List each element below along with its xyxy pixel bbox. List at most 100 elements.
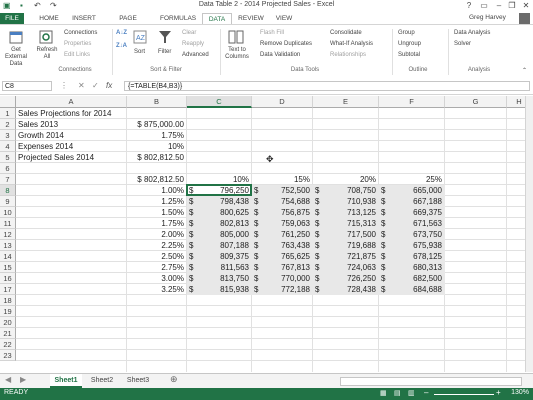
zoom-level[interactable]: 130% [511, 389, 529, 396]
group-button[interactable]: Group [398, 30, 415, 36]
cell[interactable]: 811,563 [187, 262, 252, 273]
row-header-3[interactable]: 3 [0, 130, 16, 141]
refresh-all-button[interactable]: Refresh All [36, 47, 58, 61]
insert-function-button[interactable]: fx [106, 81, 112, 90]
restore-button[interactable]: ❐ [505, 0, 519, 12]
tab-insert[interactable]: INSERT [70, 13, 98, 24]
cell[interactable]: 713,125 [313, 207, 379, 218]
cell[interactable]: 715,313 [313, 218, 379, 229]
cell[interactable]: 763,438 [252, 240, 313, 251]
row-header-21[interactable]: 21 [0, 328, 16, 339]
cell[interactable]: 813,750 [187, 273, 252, 284]
tab-page-layout[interactable]: PAGE LAYOUT [106, 13, 150, 33]
data-validation-button[interactable]: Data Validation [260, 52, 300, 58]
cell[interactable]: 710,938 [313, 196, 379, 207]
row-header-14[interactable]: 14 [0, 251, 16, 262]
data-analysis-button[interactable]: Data Analysis [454, 30, 490, 36]
row-header-8[interactable]: 8 [0, 185, 16, 196]
cell[interactable]: 667,188 [379, 196, 445, 207]
normal-view-icon[interactable]: ▦ [380, 389, 387, 397]
cell[interactable]: 772,188 [252, 284, 313, 295]
row-header-18[interactable]: 18 [0, 295, 16, 306]
cell[interactable]: 1.25% [127, 196, 187, 207]
row-header-5[interactable]: 5 [0, 152, 16, 163]
properties-button[interactable]: Properties [64, 41, 91, 47]
cell[interactable]: 680,313 [379, 262, 445, 273]
row-header-23[interactable]: 23 [0, 350, 16, 361]
row-header-16[interactable]: 16 [0, 273, 16, 284]
cell[interactable]: 761,250 [252, 229, 313, 240]
cell[interactable]: 805,000 [187, 229, 252, 240]
cell[interactable]: 724,063 [313, 262, 379, 273]
cell[interactable]: 800,625 [187, 207, 252, 218]
cell[interactable]: 1.75% [127, 218, 187, 229]
sort-az-icon[interactable]: A↓Z [116, 30, 127, 36]
tab-view[interactable]: VIEW [272, 13, 296, 24]
vertical-scrollbar[interactable] [525, 96, 533, 372]
cell[interactable]: 678,125 [379, 251, 445, 262]
minimize-button[interactable]: – [492, 0, 506, 12]
row-header-17[interactable]: 17 [0, 284, 16, 295]
column-header-c[interactable]: C [187, 96, 252, 108]
cell[interactable]: 770,000 [252, 273, 313, 284]
row-header-11[interactable]: 11 [0, 218, 16, 229]
page-break-view-icon[interactable]: ▥ [408, 389, 415, 397]
tab-review[interactable]: REVIEW [236, 13, 266, 24]
cell[interactable]: 3.00% [127, 273, 187, 284]
cell[interactable]: 2.75% [127, 262, 187, 273]
formula-input[interactable]: {=TABLE(B4,B3)} [124, 81, 530, 91]
cell[interactable]: 754,688 [252, 196, 313, 207]
sheet-tab-sheet3[interactable]: Sheet3 [122, 374, 154, 387]
column-header-g[interactable]: G [445, 96, 507, 108]
cancel-icon[interactable]: ✕ [78, 81, 85, 90]
cell[interactable]: 728,438 [313, 284, 379, 295]
remove-duplicates-button[interactable]: Remove Duplicates [260, 41, 312, 47]
cell[interactable]: 815,938 [187, 284, 252, 295]
name-box[interactable]: C8 [2, 81, 52, 91]
cell[interactable]: 2.50% [127, 251, 187, 262]
zoom-in-icon[interactable]: + [496, 388, 501, 397]
row-header-15[interactable]: 15 [0, 262, 16, 273]
tab-home[interactable]: HOME [36, 13, 62, 24]
cell[interactable]: 756,875 [252, 207, 313, 218]
connections-button[interactable]: Connections [64, 30, 97, 36]
prev-sheet-icon[interactable]: ◀ [5, 375, 11, 384]
cell[interactable]: 675,938 [379, 240, 445, 251]
cell[interactable]: 3.25% [127, 284, 187, 295]
help-icon[interactable]: ? [462, 0, 476, 12]
cell[interactable]: 669,375 [379, 207, 445, 218]
cell[interactable]: 1.00% [127, 185, 187, 196]
cell[interactable]: 1.50% [127, 207, 187, 218]
column-header-b[interactable]: B [127, 96, 187, 108]
sort-za-icon[interactable]: Z↓A [116, 43, 127, 49]
collapse-ribbon-icon[interactable]: ⌃ [522, 67, 527, 74]
tab-file[interactable]: FILE [0, 13, 24, 24]
ungroup-button[interactable]: Ungroup [398, 41, 421, 47]
cell[interactable]: 767,813 [252, 262, 313, 273]
select-all-corner[interactable] [0, 96, 16, 108]
cell[interactable]: 682,500 [379, 273, 445, 284]
row-header-10[interactable]: 10 [0, 207, 16, 218]
avatar[interactable] [519, 13, 530, 24]
cell[interactable]: $ 875,000.00 [127, 119, 187, 130]
enter-icon[interactable]: ✓ [92, 81, 99, 90]
cell[interactable]: 807,188 [187, 240, 252, 251]
clear-button[interactable]: Clear [182, 30, 196, 36]
cell[interactable]: $ 802,812.50 [127, 152, 187, 163]
sort-button[interactable]: Sort [134, 49, 145, 55]
column-header-e[interactable]: E [313, 96, 379, 108]
column-header-f[interactable]: F [379, 96, 445, 108]
cell[interactable]: 802,813 [187, 218, 252, 229]
filter-button[interactable]: Filter [158, 49, 171, 55]
row-header-9[interactable]: 9 [0, 196, 16, 207]
cell[interactable]: 665,000 [379, 185, 445, 196]
row-header-7[interactable]: 7 [0, 174, 16, 185]
edit-links-button[interactable]: Edit Links [64, 52, 90, 58]
user-name[interactable]: Greg Harvey [469, 14, 506, 21]
page-layout-view-icon[interactable]: ▤ [394, 389, 401, 397]
cell[interactable]: 2.00% [127, 229, 187, 240]
cell[interactable]: 809,375 [187, 251, 252, 262]
row-header-6[interactable]: 6 [0, 163, 16, 174]
worksheet-grid[interactable]: ABCDEFGH 1 2 3 4 5 6 7 8 9 10 11 12 13 14 15 16 17 18 19 20… [0, 96, 532, 372]
horizontal-scrollbar[interactable] [340, 377, 522, 386]
